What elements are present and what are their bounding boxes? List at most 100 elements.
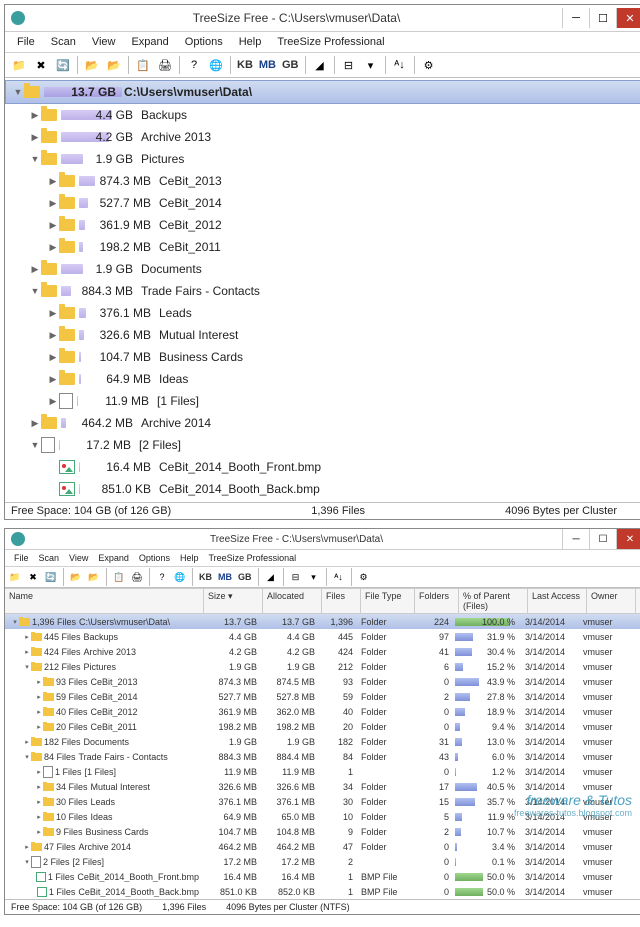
expand-toggle-icon[interactable]: ▶ [47,396,59,407]
folder-up-icon[interactable]: 📂 [68,569,84,585]
expand-toggle-icon[interactable]: ▶ [47,308,59,319]
expand-toggle-icon[interactable]: ▸ [35,798,43,806]
grid-row[interactable]: ▸10 Files Ideas64.9 MB65.0 MB10Folder511… [5,809,640,824]
menu-view[interactable]: View [84,34,124,50]
expand-toggle-icon[interactable]: ▸ [35,783,43,791]
expand-toggle-icon[interactable]: ▼ [29,286,41,296]
sort-icon[interactable]: ᴬ↓ [331,569,347,585]
expand-toggle-icon[interactable]: ▶ [47,352,59,363]
tree-row[interactable]: ▶64.9 MBIdeas [5,368,640,390]
open-drive-icon[interactable]: 📁 [9,55,29,75]
expand-toggle-icon[interactable]: ▸ [35,678,43,686]
column-header[interactable]: Size ▾ [204,589,263,613]
help-icon[interactable]: ? [184,55,204,75]
stop-icon[interactable]: ✖ [31,55,51,75]
refresh-icon[interactable]: 🔄 [43,569,59,585]
menu-help[interactable]: Help [175,552,204,564]
expand-toggle-icon[interactable]: ▾ [11,618,19,626]
column-header[interactable]: Last Access [528,589,587,613]
expand-toggle-icon[interactable]: ▼ [29,154,41,164]
grid-row[interactable]: ▾2 Files [2 Files]17.2 MB17.2 MB200.1 %3… [5,854,640,869]
grid-row[interactable]: ▾84 Files Trade Fairs - Contacts884.3 MB… [5,749,640,764]
chart-icon[interactable]: ◢ [310,55,330,75]
globe-icon[interactable]: 🌐 [172,569,188,585]
maximize-button[interactable]: ☐ [589,529,616,549]
column-header[interactable]: Owner [587,589,636,613]
dropdown-icon[interactable]: ▾ [361,55,381,75]
details-grid[interactable]: ▾1,396 Files C:\Users\vmuser\Data\13.7 G… [5,614,640,899]
print-icon[interactable]: 🖨 [155,55,175,75]
expand-toggle-icon[interactable]: ▸ [23,738,31,746]
expand-toggle-icon[interactable]: ▶ [29,132,41,143]
expand-toggle-icon[interactable]: ▼ [12,87,24,97]
tree-row[interactable]: ▶4.2 GBArchive 2013 [5,126,640,148]
tree-row[interactable]: ▶4.4 GBBackups [5,104,640,126]
expand-icon[interactable]: ⊟ [339,55,359,75]
open-drive-icon[interactable]: 📁 [7,569,23,585]
column-header[interactable]: Name [5,589,204,613]
expand-toggle-icon[interactable]: ▸ [35,723,43,731]
maximize-button[interactable]: ☐ [589,8,616,28]
column-header[interactable]: Files [322,589,361,613]
tree-row[interactable]: ▶1.9 GBDocuments [5,258,640,280]
folder-tree[interactable]: ▼13.7 GBC:\Users\vmuser\Data\▶4.4 GBBack… [5,78,640,502]
menu-scan[interactable]: Scan [43,34,84,50]
tree-row[interactable]: ▶874.3 MBCeBit_2013 [5,170,640,192]
menu-view[interactable]: View [64,552,93,564]
expand-toggle-icon[interactable]: ▸ [35,768,43,776]
tree-row[interactable]: ▼17.2 MB[2 Files] [5,434,640,456]
grid-row[interactable]: ▸30 Files Leads376.1 MB376.1 MB30Folder1… [5,794,640,809]
grid-row[interactable]: ▸34 Files Mutual Interest326.6 MB326.6 M… [5,779,640,794]
grid-row[interactable]: ▸9 Files Business Cards104.7 MB104.8 MB9… [5,824,640,839]
tree-row[interactable]: ▶464.2 MBArchive 2014 [5,412,640,434]
grid-row[interactable]: ▸20 Files CeBit_2011198.2 MB198.2 MB20Fo… [5,719,640,734]
expand-toggle-icon[interactable]: ▶ [47,220,59,231]
tree-row[interactable]: ▶361.9 MBCeBit_2012 [5,214,640,236]
menu-treesize-professional[interactable]: TreeSize Professional [203,552,301,564]
folder-up-icon[interactable]: 📂 [82,55,102,75]
tree-row[interactable]: ▼1.9 GBPictures [5,148,640,170]
titlebar[interactable]: TreeSize Free - C:\Users\vmuser\Data\ ─ … [5,5,640,32]
tree-row[interactable]: 16.4 MBCeBit_2014_Booth_Front.bmp [5,456,640,478]
menu-file[interactable]: File [9,34,43,50]
grid-row[interactable]: ▸93 Files CeBit_2013874.3 MB874.5 MB93Fo… [5,674,640,689]
expand-toggle-icon[interactable]: ▸ [23,633,31,641]
expand-toggle-icon[interactable]: ▸ [23,843,31,851]
menu-scan[interactable]: Scan [34,552,65,564]
menu-help[interactable]: Help [231,34,270,50]
grid-row[interactable]: ▾212 Files Pictures1.9 GB1.9 GB212Folder… [5,659,640,674]
expand-toggle-icon[interactable]: ▾ [23,753,31,761]
expand-toggle-icon[interactable]: ▸ [35,708,43,716]
expand-toggle-icon[interactable]: ▸ [35,828,43,836]
expand-toggle-icon[interactable]: ▶ [29,418,41,429]
expand-toggle-icon[interactable]: ▶ [47,330,59,341]
refresh-icon[interactable]: 🔄 [53,55,73,75]
grid-row[interactable]: ▾1,396 Files C:\Users\vmuser\Data\13.7 G… [5,614,640,629]
copy-icon[interactable]: 📋 [133,55,153,75]
column-header[interactable]: Allocated [263,589,322,613]
tree-row[interactable]: ▶11.9 MB[1 Files] [5,390,640,412]
tree-row[interactable]: ▶326.6 MBMutual Interest [5,324,640,346]
unit-mb[interactable]: MB [257,59,278,71]
expand-toggle-icon[interactable]: ▸ [35,693,43,701]
unit-kb[interactable]: KB [235,59,255,71]
chart-icon[interactable]: ◢ [263,569,279,585]
unit-kb[interactable]: KB [197,572,214,582]
expand-icon[interactable]: ⊟ [288,569,304,585]
minimize-button[interactable]: ─ [562,529,589,549]
tree-row[interactable]: 851.0 KBCeBit_2014_Booth_Back.bmp [5,478,640,500]
minimize-button[interactable]: ─ [562,8,589,28]
expand-toggle-icon[interactable]: ▶ [29,264,41,275]
close-button[interactable]: ✕ [616,8,640,28]
grid-row[interactable]: ▸424 Files Archive 20134.2 GB4.2 GB424Fo… [5,644,640,659]
expand-toggle-icon[interactable]: ▶ [47,198,59,209]
expand-toggle-icon[interactable]: ▶ [47,374,59,385]
tree-row[interactable]: ▼884.3 MBTrade Fairs - Contacts [5,280,640,302]
unit-mb[interactable]: MB [216,572,234,582]
print-icon[interactable]: 🖨 [129,569,145,585]
expand-toggle-icon[interactable]: ▸ [23,648,31,656]
grid-row[interactable]: ▸182 Files Documents1.9 GB1.9 GB182Folde… [5,734,640,749]
grid-row[interactable]: 1 Files CeBit_2014_Booth_Front.bmp16.4 M… [5,869,640,884]
dropdown-icon[interactable]: ▾ [306,569,322,585]
grid-row[interactable]: ▸40 Files CeBit_2012361.9 MB362.0 MB40Fo… [5,704,640,719]
